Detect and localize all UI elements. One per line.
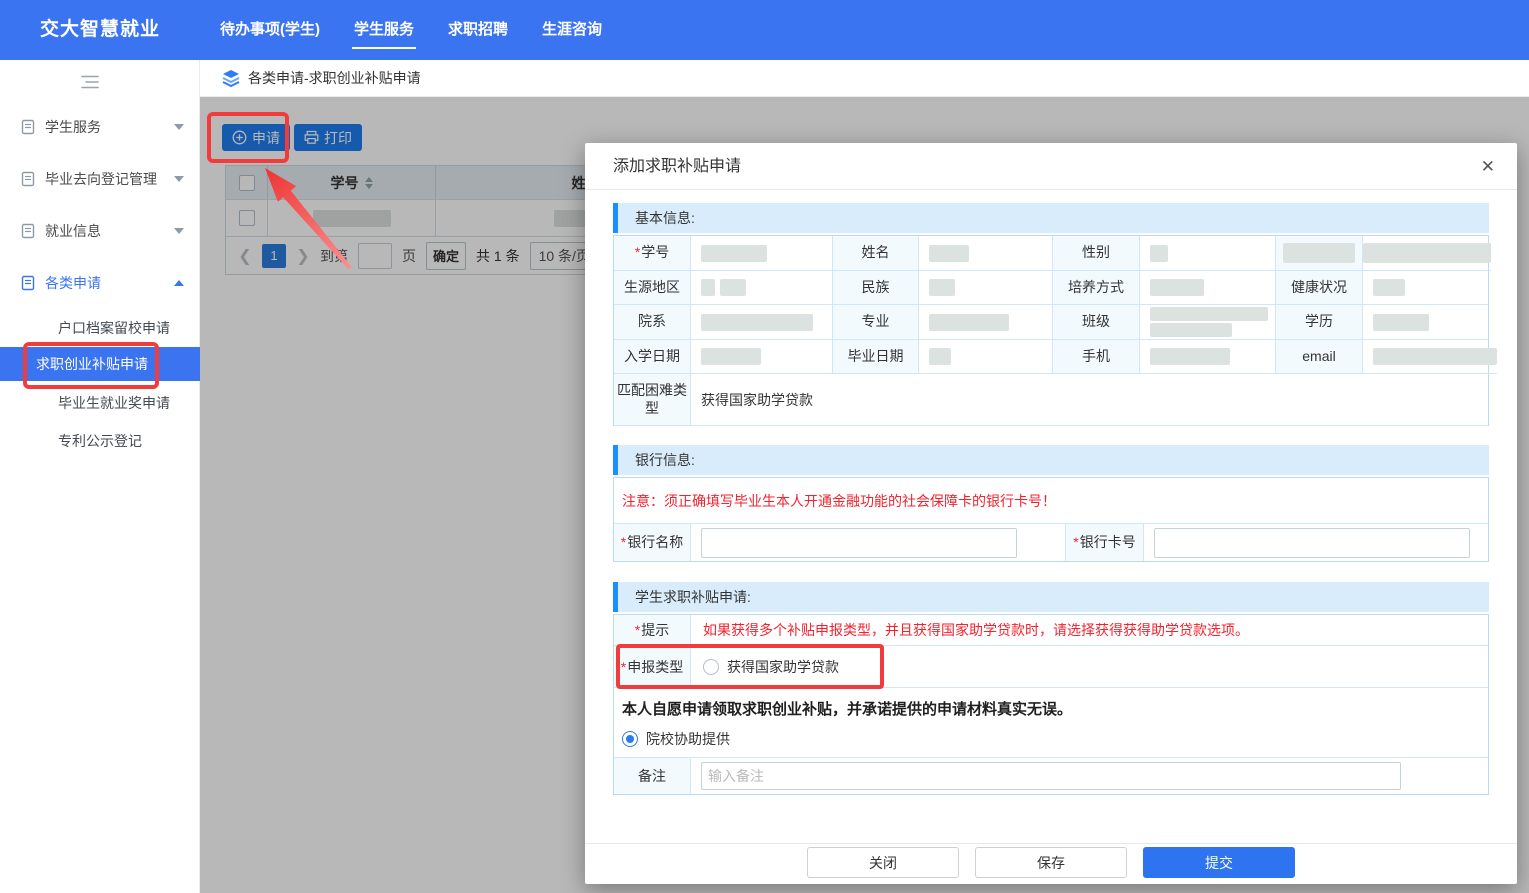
value-name xyxy=(919,236,1053,271)
document-icon xyxy=(20,171,36,187)
bank-notice: 注意：须正确填写毕业生本人开通金融功能的社会保障卡的银行卡号！ xyxy=(614,478,1488,524)
label-degree: 学历 xyxy=(1276,305,1363,340)
label-student-id: *学号 xyxy=(614,236,691,271)
label-enroll-date: 入学日期 xyxy=(614,340,691,374)
value-graduate-date xyxy=(919,340,1053,374)
value-student-id xyxy=(691,236,833,271)
modal-title: 添加求职补贴申请 xyxy=(613,143,741,190)
apply-type-cell: 获得国家助学贷款 xyxy=(691,646,1488,687)
label-redacted xyxy=(1276,236,1363,271)
label-origin-region: 生源地区 xyxy=(614,271,691,305)
modal-titlebar: 添加求职补贴申请 ✕ xyxy=(585,143,1517,190)
remark-cell xyxy=(691,758,1488,794)
section-subsidy-apply: 学生求职补贴申请: xyxy=(613,582,1489,612)
label-tip: *提示 xyxy=(614,615,691,645)
value-class xyxy=(1140,305,1276,340)
value-gender xyxy=(1140,236,1276,271)
sidebar-group-employment-info[interactable]: 就业信息 xyxy=(0,217,200,245)
school-assist-label[interactable]: 院校协助提供 xyxy=(646,729,730,749)
add-subsidy-modal: 添加求职补贴申请 ✕ 基本信息: *学号 姓名 性别 生源地区 民族 培养方式 … xyxy=(585,143,1517,884)
breadcrumb-bar: 各类申请-求职创业补贴申请 xyxy=(200,60,1529,97)
value-mobile xyxy=(1140,340,1276,374)
bank-name-cell xyxy=(691,524,1066,561)
sidebar-group-student-services[interactable]: 学生服务 xyxy=(0,113,200,141)
sidebar-group-applications[interactable]: 各类申请 xyxy=(0,269,200,297)
label-ethnicity: 民族 xyxy=(833,271,919,305)
subsidy-box: *提示 如果获得多个补贴申报类型，并且获得国家助学贷款时，请选择获得获得助学贷款… xyxy=(613,614,1489,795)
nav-student-services[interactable]: 学生服务 xyxy=(352,0,416,60)
document-icon xyxy=(20,275,36,291)
label-name: 姓名 xyxy=(833,236,919,271)
label-department: 院系 xyxy=(614,305,691,340)
chevron-down-icon xyxy=(174,176,184,182)
label-graduate-date: 毕业日期 xyxy=(833,340,919,374)
document-icon xyxy=(20,223,36,239)
basic-info-grid: *学号 姓名 性别 生源地区 民族 培养方式 健康状况 院系 专业 班级 xyxy=(613,235,1489,426)
label-class: 班级 xyxy=(1053,305,1140,340)
close-button[interactable]: 关闭 xyxy=(807,847,959,878)
bank-card-cell xyxy=(1144,524,1488,561)
footer-divider xyxy=(585,843,1517,844)
sidebar: 学生服务 毕业去向登记管理 就业信息 各类申请 户口档案留校申请 求职创业补贴申… xyxy=(0,60,200,893)
sidebar-item-job-subsidy[interactable]: 求职创业补贴申请 xyxy=(0,347,200,381)
breadcrumb: 各类申请-求职创业补贴申请 xyxy=(248,60,421,96)
label-health: 健康状况 xyxy=(1276,271,1363,305)
declaration-text: 本人自愿申请领取求职创业补贴，并承诺提供的申请材料真实无误。 xyxy=(622,698,1480,719)
tip-text: 如果获得多个补贴申报类型，并且获得国家助学贷款时，请选择获得获得助学贷款选项。 xyxy=(691,615,1488,645)
label-remark: 备注 xyxy=(614,758,691,794)
value-health xyxy=(1363,271,1488,305)
label-major: 专业 xyxy=(833,305,919,340)
remark-input[interactable] xyxy=(701,762,1401,790)
section-basic-info: 基本信息: xyxy=(613,203,1489,233)
sidebar-item-graduate-award[interactable]: 毕业生就业奖申请 xyxy=(0,390,200,416)
save-button[interactable]: 保存 xyxy=(975,847,1127,878)
sidebar-item-hukou-archive[interactable]: 户口档案留校申请 xyxy=(0,315,200,341)
label-difficulty-type: 匹配困难类型 xyxy=(614,374,691,426)
label-apply-type: *申报类型 xyxy=(614,646,691,687)
close-icon[interactable]: ✕ xyxy=(1481,143,1495,190)
label-email: email xyxy=(1276,340,1363,374)
label-mobile: 手机 xyxy=(1053,340,1140,374)
collapse-menu-icon[interactable] xyxy=(80,74,100,90)
chevron-down-icon xyxy=(174,124,184,130)
layers-icon xyxy=(222,69,240,87)
submit-button[interactable]: 提交 xyxy=(1143,847,1295,878)
label-bank-card: *银行卡号 xyxy=(1066,524,1144,561)
sidebar-group-graduation-register[interactable]: 毕业去向登记管理 xyxy=(0,165,200,193)
value-degree xyxy=(1363,305,1488,340)
label-gender: 性别 xyxy=(1053,236,1140,271)
document-icon xyxy=(20,119,36,135)
app-logo: 交大智慧就业 xyxy=(0,0,200,60)
bank-card-input[interactable] xyxy=(1154,528,1470,558)
value-email xyxy=(1363,340,1497,374)
topbar: 交大智慧就业 待办事项(学生) 学生服务 求职招聘 生涯咨询 xyxy=(0,0,1529,60)
modal-footer-buttons: 关闭 保存 提交 xyxy=(807,847,1295,878)
value-difficulty-type: 获得国家助学贷款 xyxy=(691,374,1488,426)
chevron-down-icon xyxy=(174,228,184,234)
bank-name-input[interactable] xyxy=(701,528,1017,558)
nav-career-consult[interactable]: 生涯咨询 xyxy=(540,0,604,60)
value-major xyxy=(919,305,1053,340)
value-redacted xyxy=(1363,236,1491,271)
value-ethnicity xyxy=(919,271,1053,305)
nav-todo[interactable]: 待办事项(学生) xyxy=(218,0,322,60)
declaration-cell: 本人自愿申请领取求职创业补贴，并承诺提供的申请材料真实无误。 院校协助提供 xyxy=(614,688,1488,758)
value-department xyxy=(691,305,833,340)
loan-radio[interactable] xyxy=(703,659,719,675)
top-nav: 待办事项(学生) 学生服务 求职招聘 生涯咨询 xyxy=(218,0,604,60)
section-bank-info: 银行信息: xyxy=(613,445,1489,475)
loan-radio-label[interactable]: 获得国家助学贷款 xyxy=(727,657,839,677)
label-training-mode: 培养方式 xyxy=(1053,271,1140,305)
school-assist-radio[interactable] xyxy=(622,731,638,747)
nav-job-recruit[interactable]: 求职招聘 xyxy=(446,0,510,60)
bank-info-box: 注意：须正确填写毕业生本人开通金融功能的社会保障卡的银行卡号！ *银行名称 *银… xyxy=(613,477,1489,562)
value-training-mode xyxy=(1140,271,1276,305)
value-origin-region xyxy=(691,271,833,305)
sidebar-item-patent-register[interactable]: 专利公示登记 xyxy=(0,428,200,454)
value-enroll-date xyxy=(691,340,833,374)
chevron-up-icon xyxy=(174,280,184,286)
label-bank-name: *银行名称 xyxy=(614,524,691,561)
